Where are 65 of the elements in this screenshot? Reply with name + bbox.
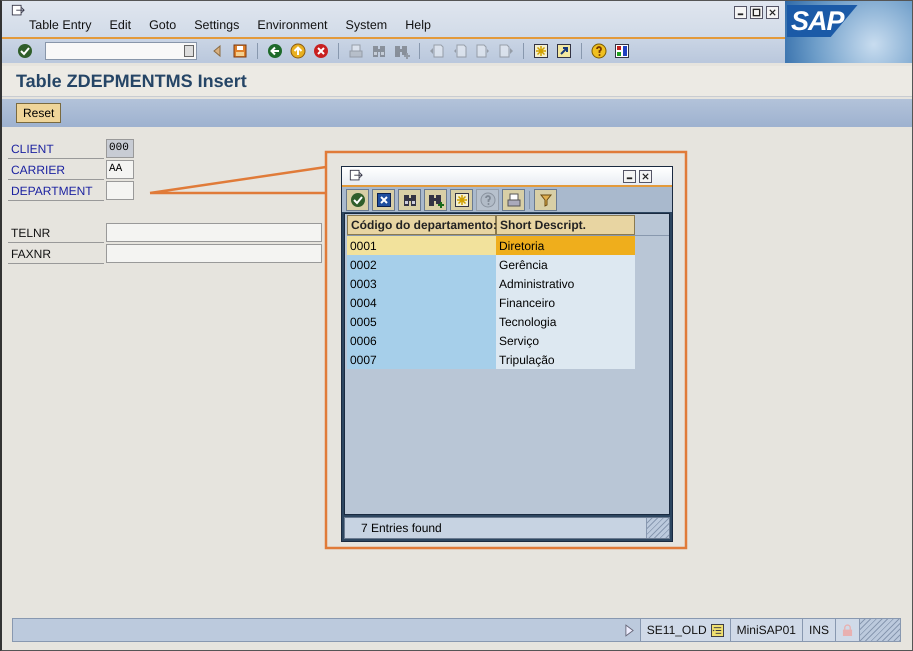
table-cell[interactable]: Gerência — [496, 255, 635, 274]
close-icon[interactable] — [766, 6, 779, 19]
table-cell[interactable]: Financeiro — [496, 293, 635, 312]
table-cell[interactable]: Diretoria — [496, 236, 635, 255]
input-field[interactable] — [106, 244, 322, 263]
help-icon[interactable] — [590, 42, 608, 60]
input-field: 000 — [106, 139, 134, 158]
list-icon[interactable] — [710, 624, 724, 636]
table-cell[interactable]: 0005 — [347, 312, 496, 331]
insert-mode: INS — [808, 623, 829, 637]
table-cell[interactable]: 0002 — [347, 255, 496, 274]
screen-title: Table ZDEPMENTMS Insert — [16, 70, 247, 92]
column-header[interactable]: Código do departamento: — [347, 215, 496, 235]
minimize-icon[interactable] — [734, 6, 747, 19]
reset-button[interactable]: Reset — [16, 103, 62, 123]
menu-item[interactable]: System — [336, 18, 396, 32]
menu-item[interactable]: Environment — [248, 18, 337, 32]
list-icon[interactable] — [184, 45, 194, 57]
cancel-icon[interactable] — [372, 188, 395, 210]
table-cell[interactable]: Tecnologia — [496, 312, 635, 331]
input-field[interactable]: AA — [106, 160, 134, 179]
field-label: DEPARTMENT — [8, 181, 104, 201]
funnel-icon[interactable] — [534, 188, 557, 210]
minimize-icon[interactable] — [623, 170, 636, 182]
check-icon[interactable] — [16, 42, 34, 60]
close-icon[interactable] — [639, 170, 652, 182]
column-header[interactable]: Short Descript. — [496, 215, 635, 235]
shortcut-icon[interactable] — [555, 42, 573, 60]
binoculars-icon[interactable] — [398, 188, 421, 210]
window-menu-icon[interactable] — [348, 169, 364, 183]
command-field[interactable] — [45, 42, 197, 60]
check-icon[interactable] — [346, 188, 369, 210]
floppy-icon[interactable] — [231, 42, 249, 60]
field-label: CLIENT — [8, 139, 104, 159]
table-cell[interactable]: 0007 — [347, 350, 496, 369]
window-star-icon[interactable] — [532, 42, 550, 60]
field-label: TELNR — [8, 223, 104, 243]
logo: SAP — [787, 5, 858, 37]
input-field[interactable] — [106, 223, 322, 242]
table-cell[interactable]: 0006 — [347, 331, 496, 350]
transaction-code: SE11_OLD — [646, 623, 707, 637]
menu-item[interactable]: Help — [396, 18, 440, 32]
binoculars-plus-icon[interactable] — [424, 188, 447, 210]
lock-icon — [842, 624, 853, 636]
field-label: FAXNR — [8, 244, 104, 264]
table-cell[interactable]: 0001 — [347, 236, 496, 255]
table-cell[interactable]: 0004 — [347, 293, 496, 312]
table-cell[interactable]: Administrativo — [496, 274, 635, 293]
table-cell[interactable]: Serviço — [496, 331, 635, 350]
input-field[interactable] — [106, 181, 134, 200]
printer-icon[interactable] — [502, 188, 525, 210]
menu-item[interactable]: Goto — [140, 18, 186, 32]
table-cell[interactable]: Tripulação — [496, 350, 635, 369]
menu-item[interactable]: Table Entry — [20, 18, 101, 32]
status-text: 7 Entries found — [360, 520, 443, 537]
maximize-icon[interactable] — [750, 6, 763, 19]
system-name: MiniSAP01 — [736, 623, 796, 637]
layout-icon[interactable] — [613, 42, 631, 60]
resize-grip-icon[interactable] — [646, 518, 669, 538]
menu-item[interactable]: Edit — [100, 18, 140, 32]
table-cell[interactable]: 0003 — [347, 274, 496, 293]
window-menu-icon[interactable] — [10, 4, 26, 18]
menu-item[interactable]: Settings — [185, 18, 248, 32]
resize-grip-icon[interactable] — [859, 619, 900, 641]
field-label: CARRIER — [8, 160, 104, 180]
